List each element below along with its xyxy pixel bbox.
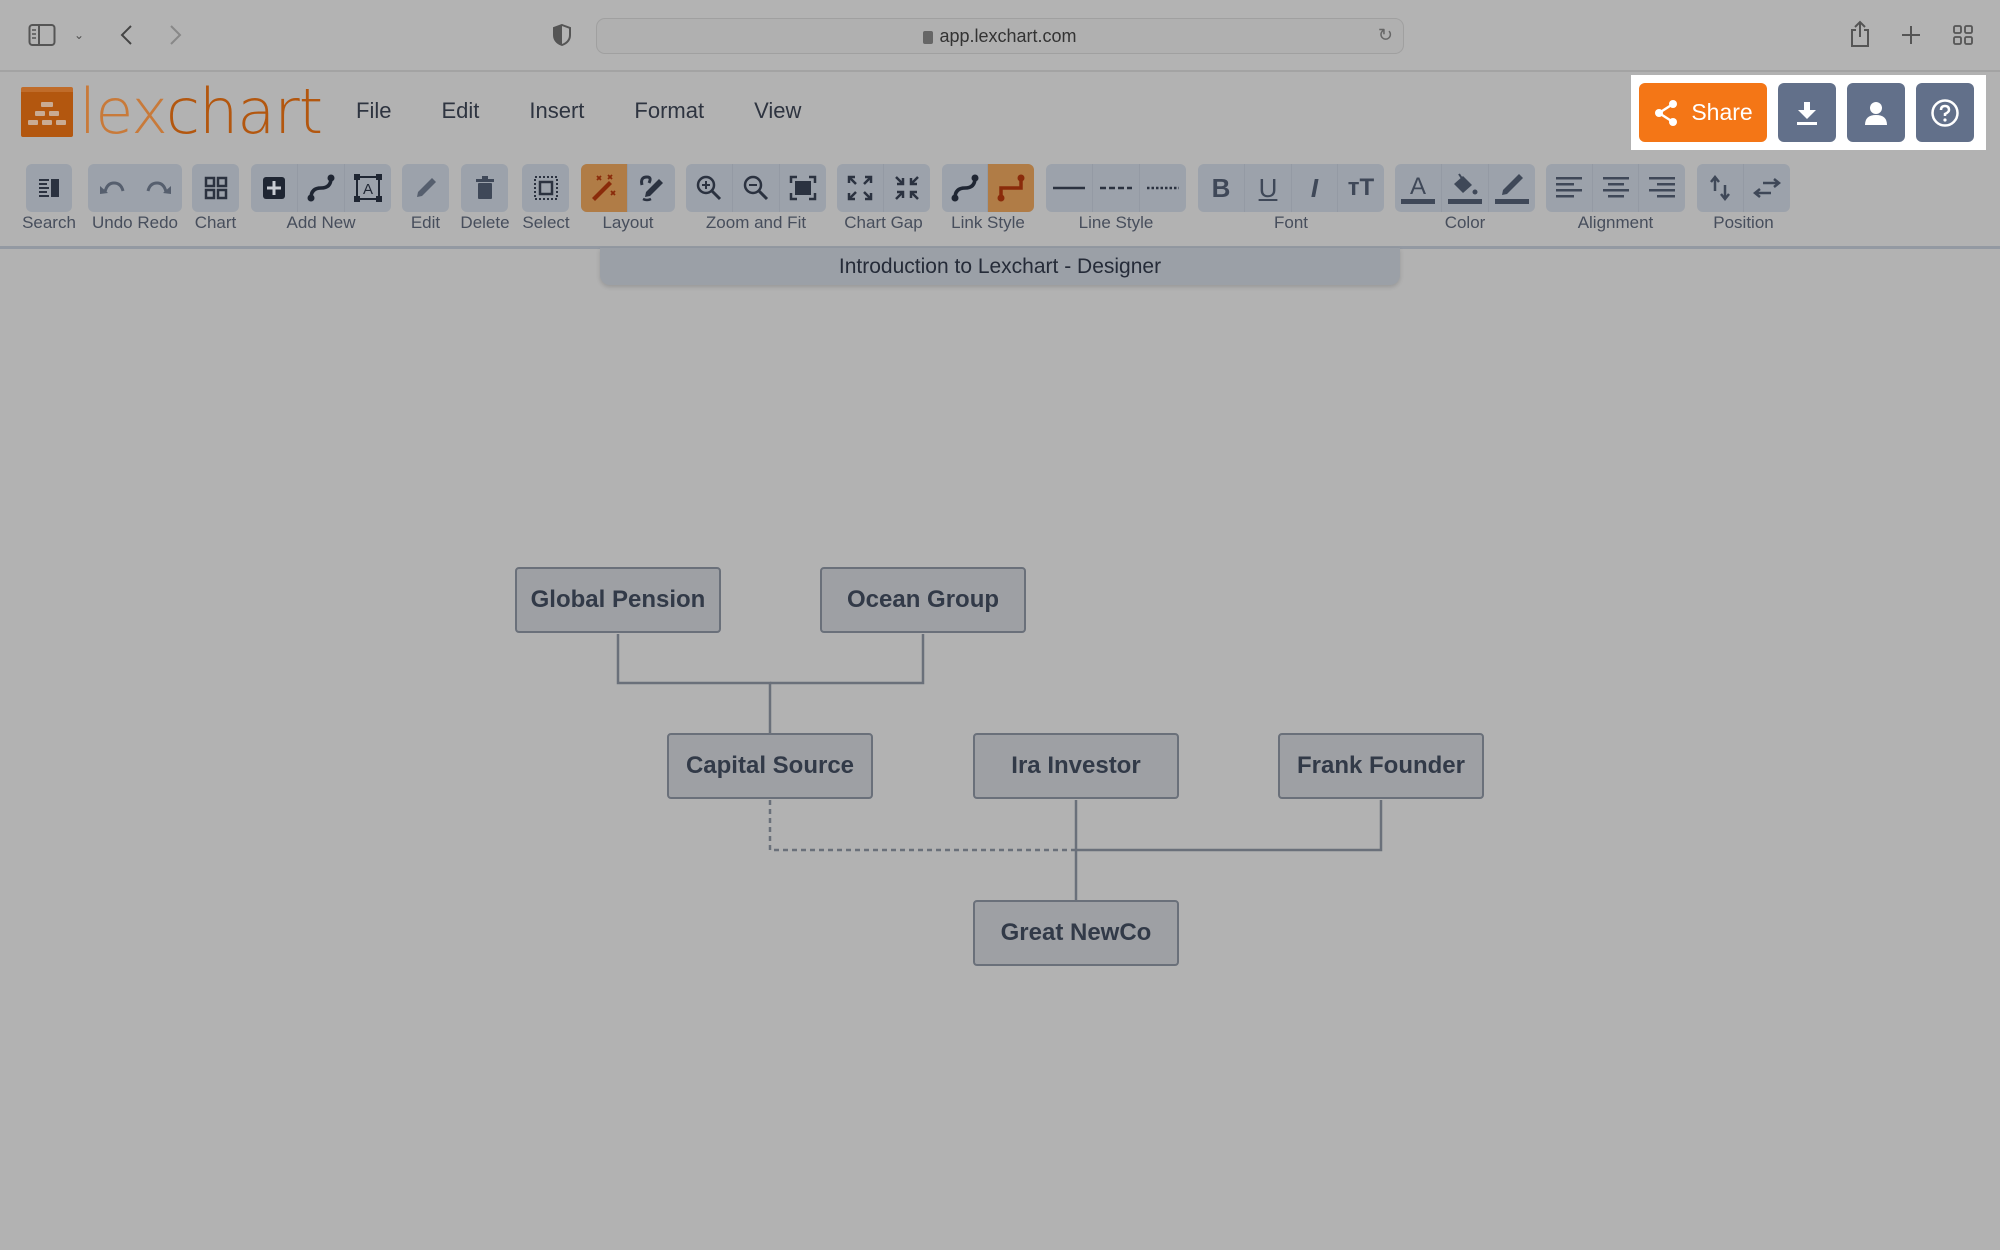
chart-node-frank-founder[interactable]: Frank Founder [1278, 733, 1484, 799]
chart-node-ira-investor[interactable]: Ira Investor [973, 733, 1179, 799]
chart-node-ocean-group[interactable]: Ocean Group [820, 567, 1026, 633]
chart-node-global-pension[interactable]: Global Pension [515, 567, 721, 633]
link-global-pension-capital-source [616, 634, 772, 734]
link-ocean-group-capital-source [770, 634, 925, 685]
chart-node-great-newco[interactable]: Great NewCo [973, 900, 1179, 966]
chart-node-capital-source[interactable]: Capital Source [667, 733, 873, 799]
link-frank-founder-great-newco [1076, 800, 1383, 852]
link-capital-source-great-newco [768, 800, 1076, 852]
